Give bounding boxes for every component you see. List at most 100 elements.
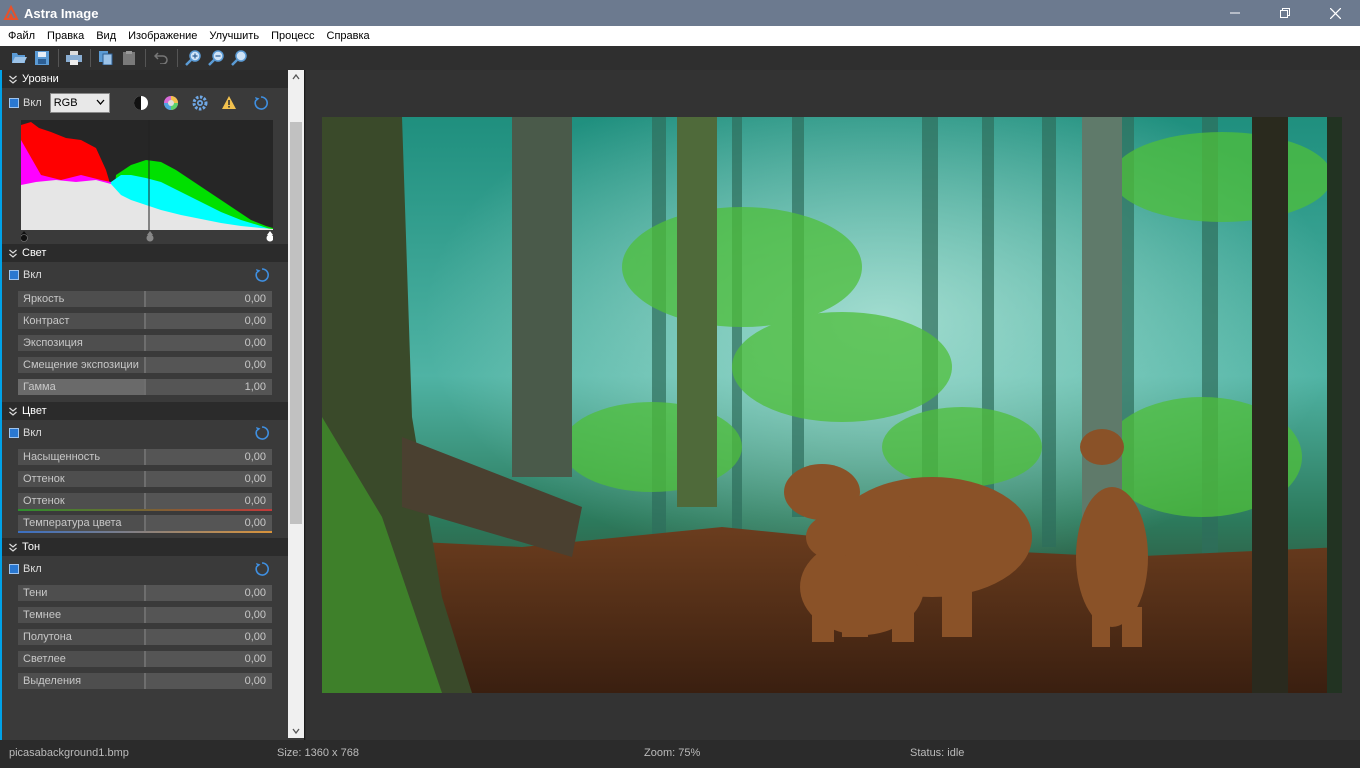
midtones-slider[interactable]: Полутона 0,00	[18, 629, 272, 645]
temperature-gradient-line	[18, 531, 272, 533]
saturation-slider[interactable]: Насыщенность 0,00	[18, 449, 272, 465]
darker-slider[interactable]: Темнее 0,00	[18, 607, 272, 623]
zoom-in-icon	[185, 50, 201, 66]
close-icon	[1329, 7, 1341, 19]
paste-button[interactable]	[118, 47, 140, 69]
undo-icon	[154, 52, 168, 64]
slider-label: Яркость	[23, 293, 65, 305]
slider-value: 0,00	[244, 293, 266, 305]
menu-image[interactable]: Изображение	[122, 30, 203, 42]
copy-icon	[99, 51, 113, 65]
reset-icon[interactable]	[254, 425, 270, 441]
slider-label: Экспозиция	[23, 337, 83, 349]
lighter-slider[interactable]: Светлее 0,00	[18, 651, 272, 667]
slider-label: Темнее	[23, 609, 62, 621]
close-button[interactable]	[1310, 0, 1360, 26]
contrast-icon[interactable]	[133, 95, 149, 111]
light-enable-row: Вкл	[2, 262, 288, 288]
section-header-levels[interactable]: Уровни	[2, 70, 288, 88]
copy-button[interactable]	[95, 47, 117, 69]
toolbar-separator	[90, 49, 91, 67]
slider-label: Температура цвета	[23, 517, 122, 529]
zoom-out-button[interactable]	[205, 47, 227, 69]
zoom-fit-button[interactable]	[228, 47, 250, 69]
reset-icon[interactable]	[254, 267, 270, 283]
slider-value: 0,00	[244, 495, 266, 507]
section-header-color[interactable]: Цвет	[2, 402, 288, 420]
panel-scrollbar[interactable]	[288, 70, 304, 738]
window-title: Astra Image	[24, 5, 99, 21]
tint-slider[interactable]: Оттенок 0,00	[18, 493, 272, 511]
menu-edit[interactable]: Правка	[41, 30, 90, 42]
minimize-button[interactable]	[1210, 0, 1260, 26]
image-canvas-area	[306, 70, 1360, 740]
collapse-chevron-icon	[9, 249, 17, 258]
color-wheel-icon[interactable]	[163, 95, 179, 111]
color-temperature-slider[interactable]: Температура цвета 0,00	[18, 515, 272, 533]
slider-label: Светлее	[23, 653, 66, 665]
tone-enable-checkbox[interactable]	[9, 564, 19, 574]
shadows-slider[interactable]: Тени 0,00	[18, 585, 272, 601]
image-preview[interactable]	[322, 117, 1342, 693]
gamma-handle[interactable]	[146, 231, 154, 242]
section-header-light[interactable]: Свет	[2, 244, 288, 262]
levels-enable-checkbox[interactable]	[9, 98, 19, 108]
open-button[interactable]	[8, 47, 30, 69]
section-title: Уровни	[22, 73, 59, 85]
highlights-slider[interactable]: Выделения 0,00	[18, 673, 272, 689]
reset-icon[interactable]	[254, 561, 270, 577]
white-point-handle[interactable]	[266, 231, 274, 242]
status-zoom: Zoom: 75%	[644, 747, 701, 759]
save-button[interactable]	[31, 47, 53, 69]
restore-button[interactable]	[1260, 0, 1310, 26]
brightness-slider[interactable]: Яркость 0,00	[18, 291, 272, 307]
open-icon	[12, 53, 27, 63]
warning-icon[interactable]	[221, 95, 237, 110]
menu-file[interactable]: Файл	[2, 30, 41, 42]
black-point-handle[interactable]	[20, 231, 28, 242]
zoom-in-button[interactable]	[182, 47, 204, 69]
slider-label: Контраст	[23, 315, 70, 327]
undo-button[interactable]	[150, 47, 172, 69]
scroll-down-icon[interactable]	[292, 728, 300, 734]
menu-enhance[interactable]: Улучшить	[203, 30, 265, 42]
reset-icon[interactable]	[253, 95, 269, 111]
contrast-slider[interactable]: Контраст 0,00	[18, 313, 272, 329]
print-button[interactable]	[63, 47, 85, 69]
section-header-tone[interactable]: Тон	[2, 538, 288, 556]
title-bar: Astra Image	[0, 0, 1360, 26]
settings-gear-icon[interactable]	[192, 95, 208, 111]
channel-select[interactable]: RGB	[49, 93, 110, 113]
status-bar: picasabackground1.bmp Size: 1360 x 768 Z…	[0, 740, 1360, 768]
slider-value: 0,00	[244, 451, 266, 463]
menu-help[interactable]: Справка	[321, 30, 376, 42]
scrollbar-thumb[interactable]	[290, 122, 302, 524]
restore-icon	[1280, 8, 1290, 18]
slider-value: 0,00	[244, 587, 266, 599]
status-state: Status: idle	[910, 747, 965, 759]
scroll-up-icon[interactable]	[292, 74, 300, 80]
slider-value: 0,00	[244, 337, 266, 349]
exposure-offset-slider[interactable]: Смещение экспозиции 0,00	[18, 357, 272, 373]
section-title: Свет	[22, 247, 47, 259]
collapse-chevron-icon	[9, 75, 17, 84]
toolbar-separator	[145, 49, 146, 67]
menu-view[interactable]: Вид	[90, 30, 122, 42]
save-icon	[35, 51, 49, 65]
hue-slider[interactable]: Оттенок 0,00	[18, 471, 272, 487]
slider-value: 0,00	[244, 631, 266, 643]
section-title: Цвет	[22, 405, 47, 417]
color-enable-checkbox[interactable]	[9, 428, 19, 438]
menu-process[interactable]: Процесс	[265, 30, 320, 42]
toolbar-separator	[177, 49, 178, 67]
section-title: Тон	[22, 541, 41, 553]
enable-label: Вкл	[23, 97, 42, 109]
slider-value: 0,00	[244, 653, 266, 665]
light-enable-checkbox[interactable]	[9, 270, 19, 280]
gamma-slider[interactable]: Гамма 1,00	[18, 379, 272, 395]
tone-enable-row: Вкл	[2, 556, 288, 582]
zoom-fit-icon	[231, 50, 247, 66]
chevron-down-icon	[96, 99, 105, 105]
exposure-slider[interactable]: Экспозиция 0,00	[18, 335, 272, 351]
zoom-out-icon	[208, 50, 224, 66]
